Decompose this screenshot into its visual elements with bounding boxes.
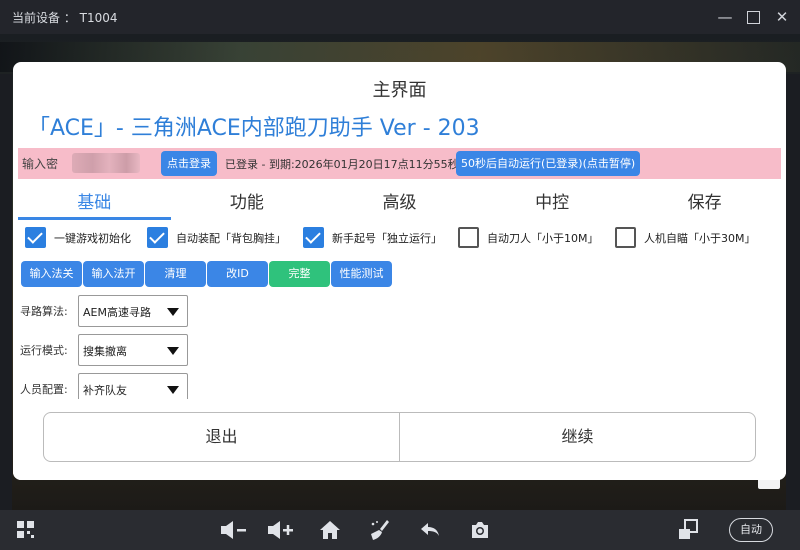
left-edge [0, 74, 12, 514]
checkbox-new-account[interactable]: 新手起号「独立运行」 [303, 227, 442, 248]
checkbox-aim-assist[interactable]: 人机自瞄「小于30M」 [615, 227, 756, 248]
dropdown-arrow-icon [167, 347, 179, 355]
run-mode-select[interactable]: 搜集撤离 [78, 334, 188, 366]
app-title: 「ACE」- 三角洲ACE内部跑刀助手 Ver - 203 [28, 116, 480, 141]
tab-function[interactable]: 功能 [171, 188, 324, 220]
tab-basic[interactable]: 基础 [18, 188, 171, 220]
main-dialog: 主界面 「ACE」- 三角洲ACE内部跑刀助手 Ver - 203 输入密 点击… [13, 62, 786, 480]
checkbox-label: 一键游戏初始化 [54, 231, 131, 245]
option-checkboxes: 一键游戏初始化 自动装配「背包胸挂」 新手起号「独立运行」 自动刀人「小于10M… [23, 227, 783, 255]
team-config-label: 人员配置: [20, 383, 68, 396]
run-mode-label: 运行模式: [20, 344, 68, 357]
select-value: AEM高速寻路 [83, 306, 151, 319]
checkbox-checked-icon[interactable] [303, 227, 324, 248]
exit-button[interactable]: 退出 [44, 413, 399, 461]
login-status: 已登录 - 到期:2026年01月20日17点11分55秒 [225, 158, 459, 171]
volume-up-icon[interactable] [265, 518, 295, 542]
right-edge [786, 74, 800, 514]
camera-icon[interactable] [468, 518, 492, 542]
ime-off-button[interactable]: 输入法关 [21, 261, 82, 287]
clean-icon[interactable] [368, 518, 392, 542]
perf-test-button[interactable]: 性能测试 [331, 261, 392, 287]
complete-button[interactable]: 完整 [269, 261, 330, 287]
pathfinding-select[interactable]: AEM高速寻路 [78, 295, 188, 327]
tab-save[interactable]: 保存 [628, 188, 781, 220]
dropdown-arrow-icon [167, 386, 179, 394]
home-icon[interactable] [318, 518, 342, 542]
back-icon[interactable] [418, 518, 442, 542]
checkbox-unchecked-icon[interactable] [458, 227, 479, 248]
checkbox-unchecked-icon[interactable] [615, 227, 636, 248]
volume-down-icon[interactable] [218, 518, 248, 542]
action-button-row: 输入法关 输入法开 清理 改ID 完整 性能测试 [21, 261, 392, 287]
rotate-icon[interactable] [676, 518, 700, 542]
dialog-button-group: 退出 继续 [43, 412, 756, 462]
checkbox-checked-icon[interactable] [25, 227, 46, 248]
bottom-toolbar: 自动 [0, 510, 800, 550]
close-icon[interactable]: ✕ [774, 9, 790, 25]
checkbox-auto-knife[interactable]: 自动刀人「小于10M」 [458, 227, 599, 248]
clean-button[interactable]: 清理 [145, 261, 206, 287]
maximize-icon[interactable] [747, 10, 760, 24]
select-value: 搜集撤离 [83, 345, 127, 358]
pathfinding-label: 寻路算法: [20, 305, 68, 318]
checkbox-game-init[interactable]: 一键游戏初始化 [25, 227, 131, 248]
continue-button[interactable]: 继续 [399, 413, 755, 461]
password-field[interactable] [72, 153, 140, 173]
ime-on-button[interactable]: 输入法开 [83, 261, 144, 287]
tab-bar: 基础 功能 高级 中控 保存 [18, 188, 781, 220]
login-button[interactable]: 点击登录 [161, 151, 217, 176]
tab-control[interactable]: 中控 [476, 188, 629, 220]
checkbox-label: 自动刀人「小于10M」 [487, 231, 599, 245]
auto-run-button[interactable]: 50秒后自动运行(已登录)(点击暂停) [456, 151, 641, 176]
checkbox-checked-icon[interactable] [147, 227, 168, 248]
window-title: 当前设备 ： T1004 [12, 10, 118, 25]
checkbox-label: 自动装配「背包胸挂」 [176, 231, 286, 245]
pathfinding-row: 寻路算法: AEM高速寻路 [20, 294, 188, 328]
dropdown-arrow-icon [167, 308, 179, 316]
login-bar: 输入密 点击登录 已登录 - 到期:2026年01月20日17点11分55秒 5… [18, 148, 781, 179]
change-id-button[interactable]: 改ID [207, 261, 268, 287]
grid-icon[interactable] [14, 518, 38, 542]
window-title-bar: 当前设备 ： T1004 — ✕ [0, 0, 800, 34]
checkbox-label: 人机自瞄「小于30M」 [644, 231, 756, 245]
tab-advanced[interactable]: 高级 [323, 188, 476, 220]
dialog-title: 主界面 [372, 80, 427, 101]
run-mode-row: 运行模式: 搜集撤离 [20, 333, 188, 367]
auto-mode-button[interactable]: 自动 [729, 518, 773, 542]
checkbox-label: 新手起号「独立运行」 [332, 231, 442, 245]
checkbox-auto-equip[interactable]: 自动装配「背包胸挂」 [147, 227, 286, 248]
minimize-icon[interactable]: — [717, 9, 733, 25]
password-label: 输入密 [22, 157, 59, 171]
window-controls: — ✕ [717, 0, 790, 34]
select-value: 补齐队友 [83, 384, 127, 397]
